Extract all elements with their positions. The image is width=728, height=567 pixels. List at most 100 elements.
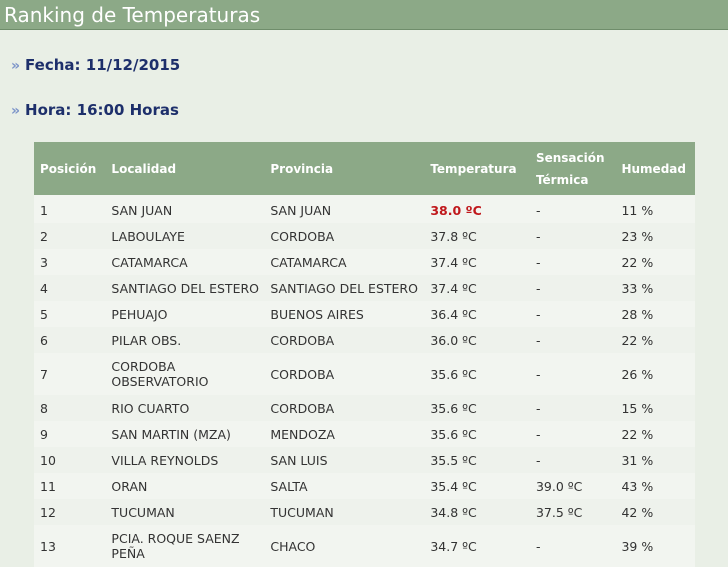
- cell-temperatura: 34.7 ºC: [424, 525, 530, 567]
- cell-posicion: 5: [34, 301, 106, 327]
- cell-posicion: 6: [34, 327, 106, 353]
- cell-humedad: 11 %: [615, 195, 695, 223]
- cell-humedad: 15 %: [615, 395, 695, 421]
- cell-posicion: 9: [34, 421, 106, 447]
- cell-posicion: 4: [34, 275, 106, 301]
- cell-sensacion: -: [529, 395, 616, 421]
- cell-sensacion: -: [529, 327, 616, 353]
- cell-humedad: 22 %: [615, 327, 695, 353]
- cell-temperatura: 35.6 ºC: [424, 421, 530, 447]
- table-row: 2 LABOULAYE CORDOBA 37.8 ºC - 23 %: [34, 223, 695, 249]
- cell-localidad: PILAR OBS.: [105, 327, 265, 353]
- cell-sensacion: -: [529, 447, 616, 473]
- cell-posicion: 11: [34, 473, 106, 499]
- cell-sensacion: -: [529, 275, 616, 301]
- cell-localidad: SAN JUAN: [105, 195, 265, 223]
- cell-temperatura: 35.6 ºC: [424, 353, 530, 395]
- cell-provincia: SANTIAGO DEL ESTERO: [264, 275, 425, 301]
- table-header-row: Posición Localidad Provincia Temperatura…: [34, 142, 695, 195]
- cell-humedad: 22 %: [615, 249, 695, 275]
- cell-humedad: 26 %: [615, 353, 695, 395]
- table-row: 7 CORDOBA OBSERVATORIO CORDOBA 35.6 ºC -…: [34, 353, 695, 395]
- column-header-localidad: Localidad: [105, 142, 265, 195]
- cell-sensacion: 37.5 ºC: [529, 499, 616, 525]
- cell-humedad: 31 %: [615, 447, 695, 473]
- cell-temperatura: 37.4 ºC: [424, 249, 530, 275]
- table-row: 4 SANTIAGO DEL ESTERO SANTIAGO DEL ESTER…: [34, 275, 695, 301]
- cell-provincia: TUCUMAN: [264, 499, 425, 525]
- cell-localidad: CATAMARCA: [105, 249, 265, 275]
- hora-label: Hora: 16:00 Horas: [25, 101, 179, 119]
- cell-provincia: CORDOBA: [264, 327, 425, 353]
- cell-provincia: CORDOBA: [264, 353, 425, 395]
- fecha-label: Fecha: 11/12/2015: [25, 56, 181, 74]
- double-chevron-right-icon: »: [11, 103, 21, 119]
- cell-provincia: SAN LUIS: [264, 447, 425, 473]
- column-header-provincia: Provincia: [264, 142, 425, 195]
- cell-provincia: SAN JUAN: [264, 195, 425, 223]
- table-row: 6 PILAR OBS. CORDOBA 36.0 ºC - 22 %: [34, 327, 695, 353]
- cell-posicion: 1: [34, 195, 106, 223]
- cell-posicion: 13: [34, 525, 106, 567]
- fecha-info: » Fecha: 11/12/2015: [11, 55, 180, 76]
- cell-posicion: 7: [34, 353, 106, 395]
- cell-humedad: 28 %: [615, 301, 695, 327]
- page-header: Ranking de Temperaturas: [0, 0, 728, 30]
- cell-sensacion: 39.0 ºC: [529, 473, 616, 499]
- cell-sensacion: -: [529, 301, 616, 327]
- cell-posicion: 8: [34, 395, 106, 421]
- cell-humedad: 39 %: [615, 525, 695, 567]
- cell-localidad: VILLA REYNOLDS: [105, 447, 265, 473]
- table-row: 5 PEHUAJO BUENOS AIRES 36.4 ºC - 28 %: [34, 301, 695, 327]
- page-title: Ranking de Temperaturas: [4, 3, 261, 27]
- cell-temperatura: 36.0 ºC: [424, 327, 530, 353]
- cell-localidad: CORDOBA OBSERVATORIO: [105, 353, 265, 395]
- cell-provincia: CHACO: [264, 525, 425, 567]
- cell-provincia: MENDOZA: [264, 421, 425, 447]
- cell-humedad: 42 %: [615, 499, 695, 525]
- table-row: 12 TUCUMAN TUCUMAN 34.8 ºC 37.5 ºC 42 %: [34, 499, 695, 525]
- cell-temperatura: 36.4 ºC: [424, 301, 530, 327]
- cell-temperatura: 35.4 ºC: [424, 473, 530, 499]
- cell-sensacion: -: [529, 525, 616, 567]
- cell-temperatura: 35.5 ºC: [424, 447, 530, 473]
- cell-sensacion: -: [529, 223, 616, 249]
- cell-provincia: CORDOBA: [264, 223, 425, 249]
- cell-localidad: PEHUAJO: [105, 301, 265, 327]
- cell-sensacion: -: [529, 249, 616, 275]
- table-row: 8 RIO CUARTO CORDOBA 35.6 ºC - 15 %: [34, 395, 695, 421]
- table-row: 1 SAN JUAN SAN JUAN 38.0 ºC - 11 %: [34, 195, 695, 223]
- cell-temperatura: 37.8 ºC: [424, 223, 530, 249]
- column-header-posicion: Posición: [34, 142, 106, 195]
- cell-temperatura: 37.4 ºC: [424, 275, 530, 301]
- cell-localidad: SAN MARTIN (MZA): [105, 421, 265, 447]
- cell-provincia: BUENOS AIRES: [264, 301, 425, 327]
- cell-sensacion: -: [529, 353, 616, 395]
- column-header-humedad: Humedad: [615, 142, 695, 195]
- table-row: 10 VILLA REYNOLDS SAN LUIS 35.5 ºC - 31 …: [34, 447, 695, 473]
- cell-localidad: ORAN: [105, 473, 265, 499]
- cell-sensacion: -: [529, 195, 616, 223]
- cell-localidad: SANTIAGO DEL ESTERO: [105, 275, 265, 301]
- double-chevron-right-icon: »: [11, 58, 21, 74]
- cell-humedad: 33 %: [615, 275, 695, 301]
- ranking-table: Posición Localidad Provincia Temperatura…: [34, 142, 695, 567]
- cell-posicion: 12: [34, 499, 106, 525]
- column-header-temperatura: Temperatura: [424, 142, 530, 195]
- cell-temperatura: 35.6 ºC: [424, 395, 530, 421]
- cell-localidad: PCIA. ROQUE SAENZ PEÑA: [105, 525, 265, 567]
- cell-temperatura-max: 38.0 ºC: [424, 195, 530, 223]
- hora-info: » Hora: 16:00 Horas: [11, 100, 179, 121]
- cell-provincia: CORDOBA: [264, 395, 425, 421]
- cell-humedad: 23 %: [615, 223, 695, 249]
- cell-humedad: 43 %: [615, 473, 695, 499]
- table-row: 9 SAN MARTIN (MZA) MENDOZA 35.6 ºC - 22 …: [34, 421, 695, 447]
- column-header-sensacion-termica: Sensación Térmica: [529, 142, 616, 195]
- table-row: 3 CATAMARCA CATAMARCA 37.4 ºC - 22 %: [34, 249, 695, 275]
- table-body: 1 SAN JUAN SAN JUAN 38.0 ºC - 11 % 2 LAB…: [34, 195, 695, 567]
- cell-localidad: LABOULAYE: [105, 223, 265, 249]
- cell-posicion: 10: [34, 447, 106, 473]
- table-row: 11 ORAN SALTA 35.4 ºC 39.0 ºC 43 %: [34, 473, 695, 499]
- cell-provincia: SALTA: [264, 473, 425, 499]
- cell-localidad: TUCUMAN: [105, 499, 265, 525]
